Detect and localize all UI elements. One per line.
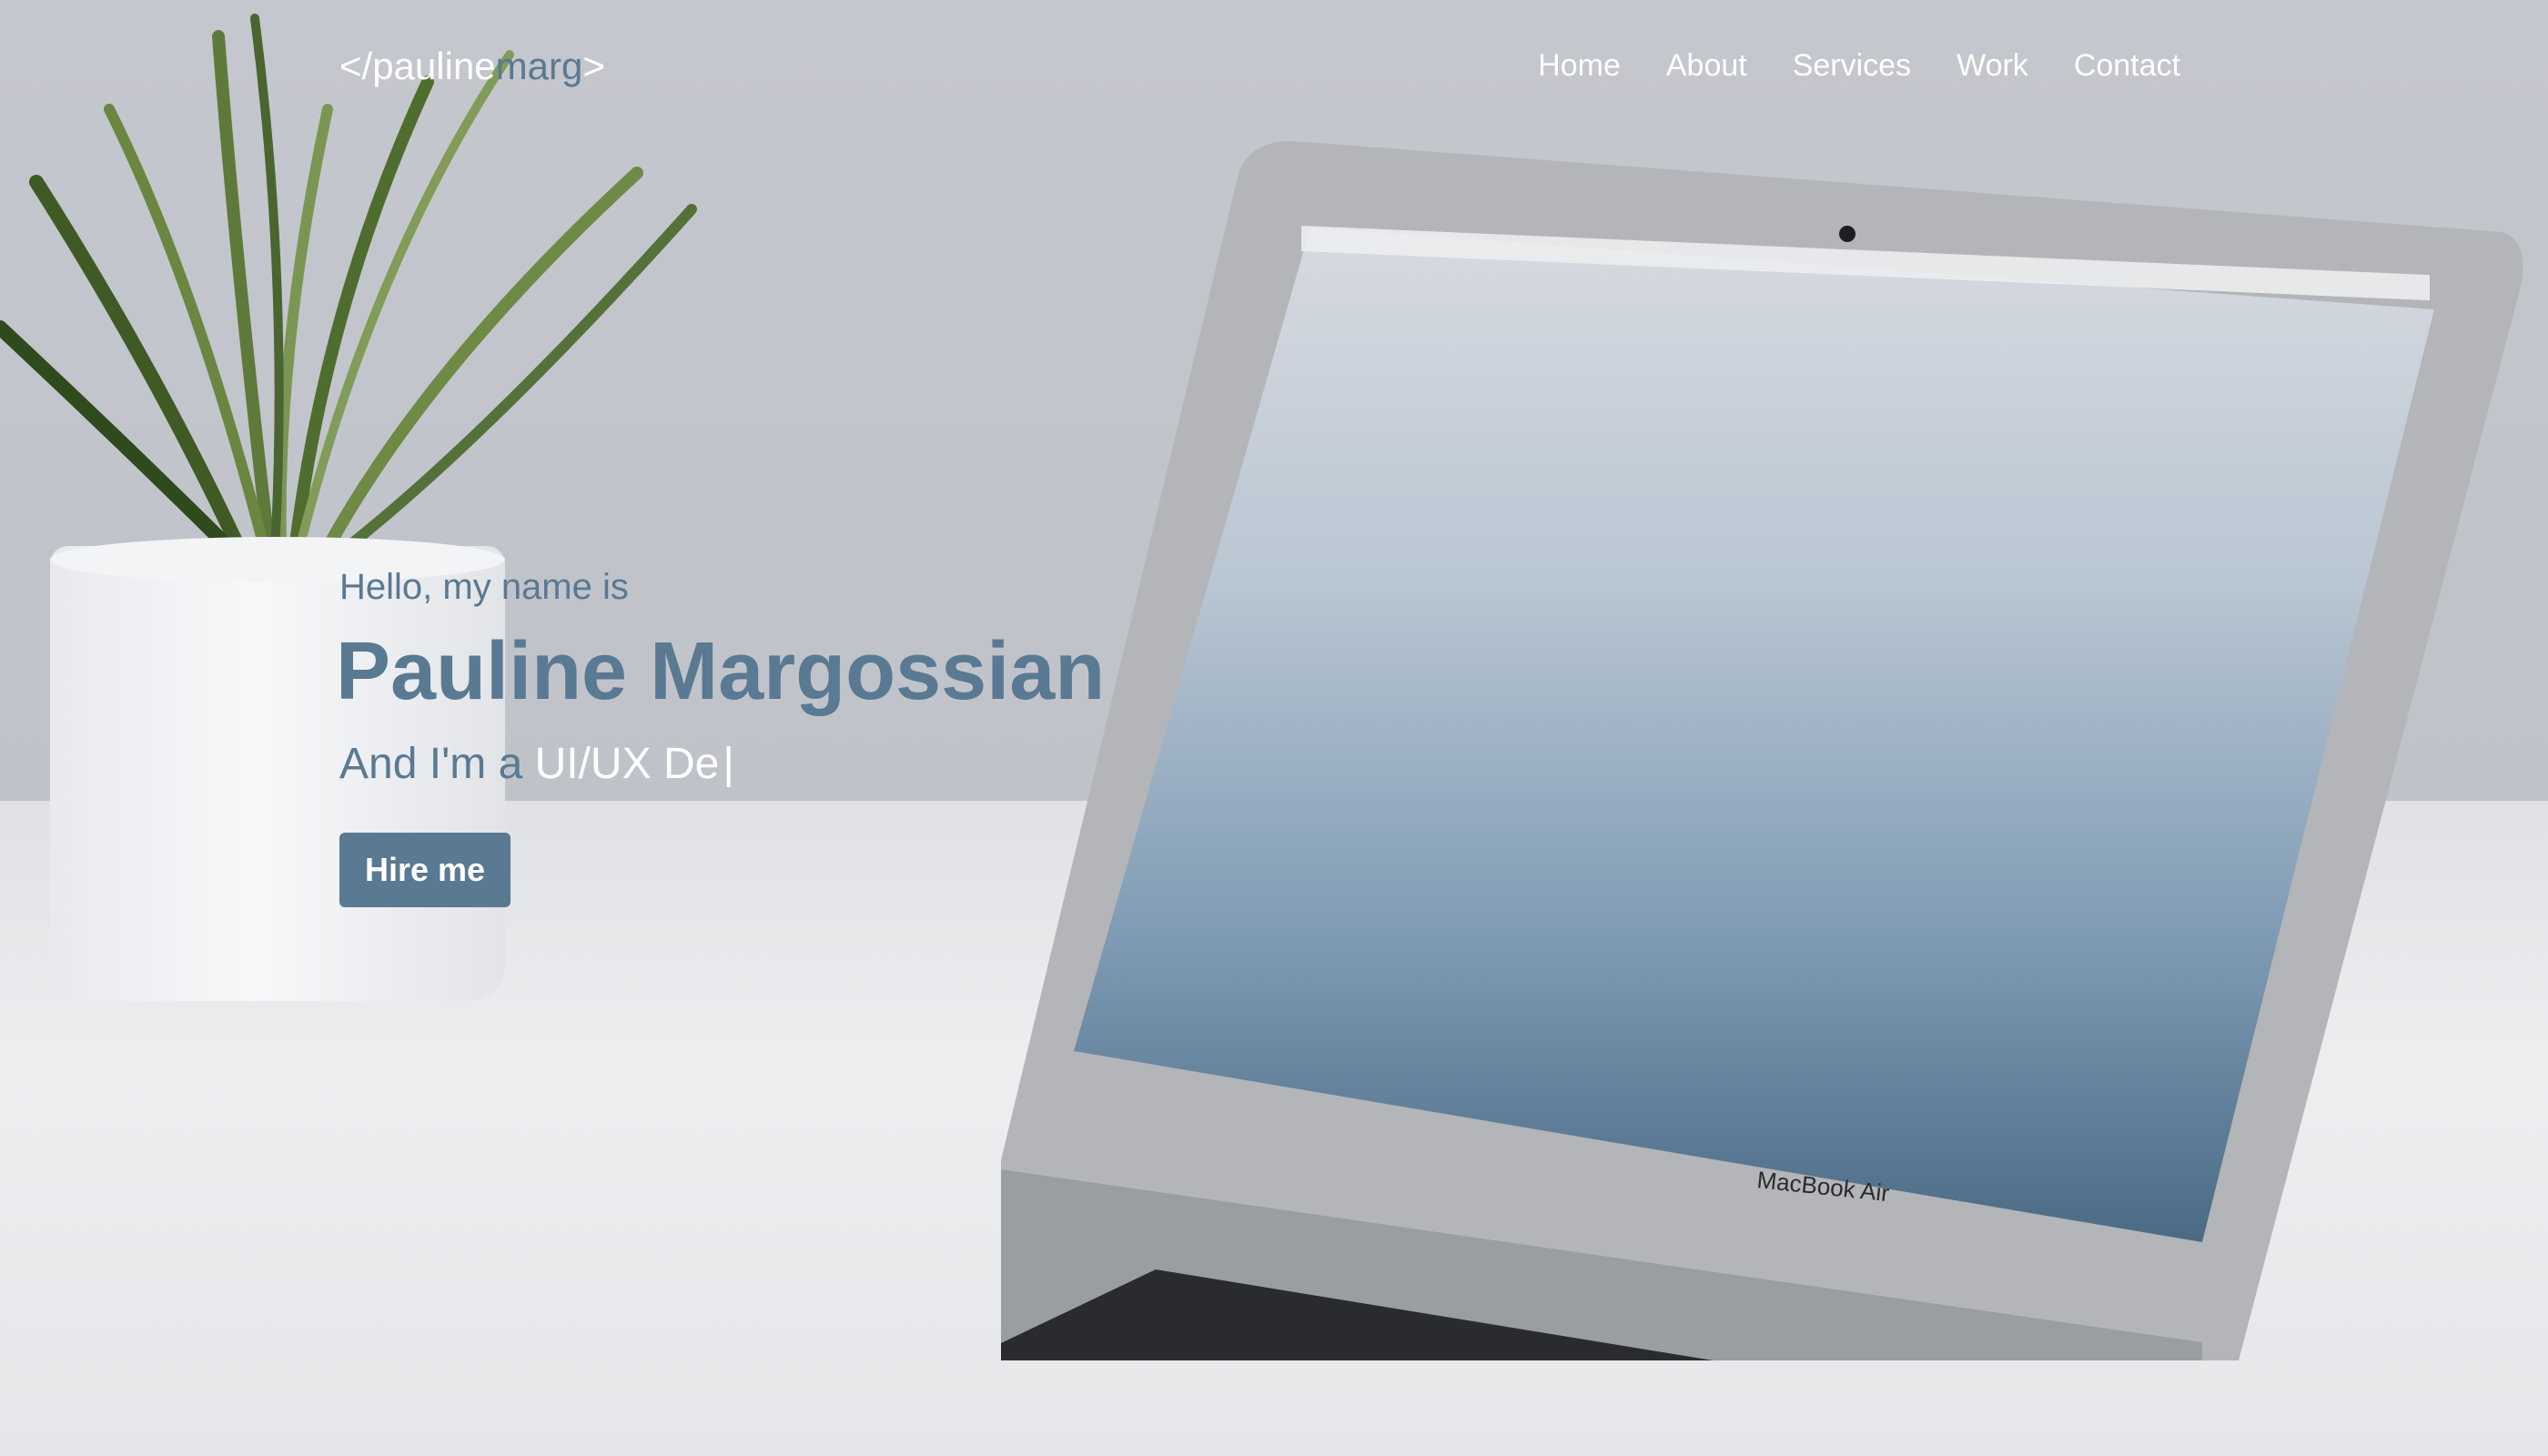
role-prefix: And I'm a [339, 740, 535, 788]
nav-services[interactable]: Services [1793, 36, 1911, 96]
logo-prefix: </ [339, 45, 373, 87]
hire-me-button[interactable]: Hire me [339, 833, 511, 907]
logo-second: marg [495, 45, 583, 87]
typing-cursor: | [723, 740, 734, 788]
hero-role: And I'm a UI/UX De| [339, 737, 1431, 792]
hero-name: Pauline Margossian [336, 626, 1106, 717]
site-logo[interactable]: </paulinemarg> [339, 36, 605, 96]
logo-suffix: > [582, 45, 605, 87]
nav-work[interactable]: Work [1956, 36, 2028, 96]
nav-contact[interactable]: Contact [2074, 36, 2180, 96]
logo-first: pauline [372, 45, 496, 87]
top-nav: </paulinemarg> Home About Services Work … [339, 36, 2180, 96]
hero-greeting: Hello, my name is [339, 567, 629, 607]
nav-home[interactable]: Home [1538, 36, 1621, 96]
nav-about[interactable]: About [1666, 36, 1747, 96]
role-typed-text: UI/UX De [534, 740, 720, 788]
hero-content: Hello, my name is Pauline Margossian And… [336, 564, 1431, 907]
nav-menu: Home About Services Work Contact [1538, 36, 2180, 96]
